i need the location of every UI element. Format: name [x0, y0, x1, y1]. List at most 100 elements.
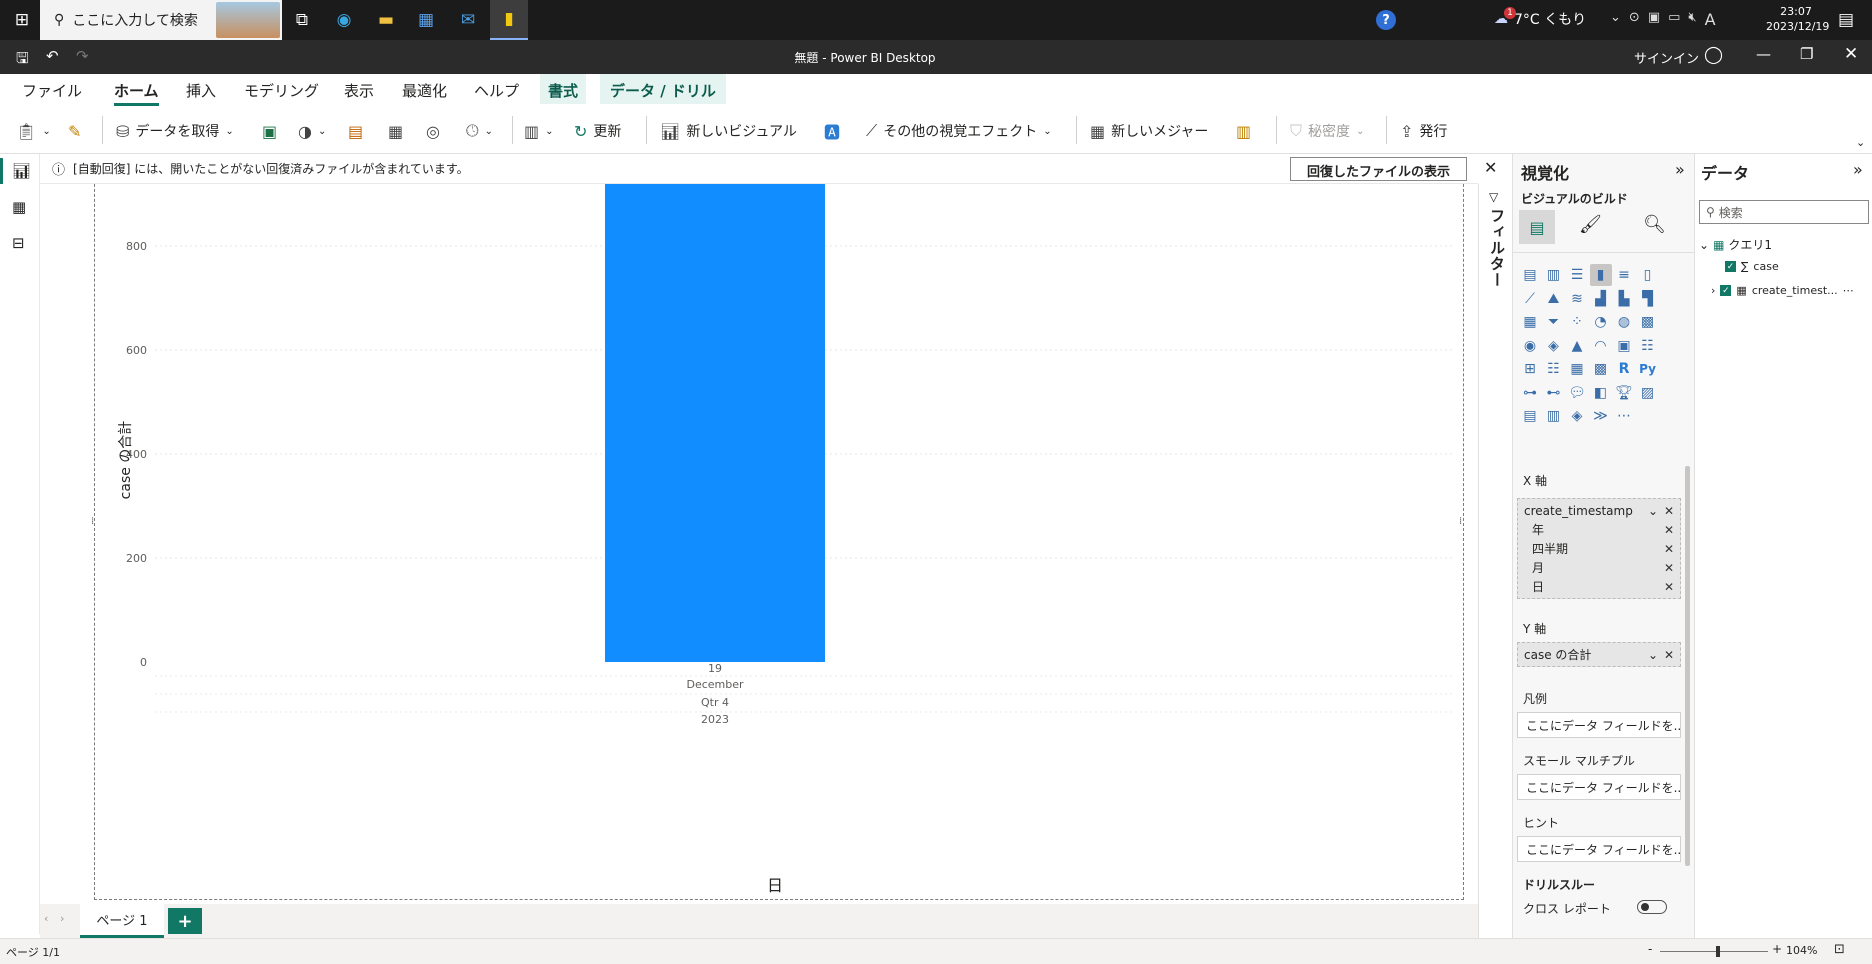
field-create-timestamp[interactable]: › ✓ ▦ create_timest... ⋯ — [1711, 284, 1854, 297]
enter-data-button[interactable]: ▦ — [388, 118, 403, 144]
checkbox-checked[interactable]: ✓ — [1720, 285, 1732, 296]
key-influencers-icon[interactable]: ⊶ — [1519, 382, 1541, 404]
microsoft-store-icon[interactable]: ▦ — [412, 6, 440, 34]
sql-button[interactable]: ▤ — [348, 118, 363, 144]
ribbon-icon[interactable]: ▜ — [1637, 288, 1659, 310]
collapse-data-icon[interactable]: » — [1853, 160, 1863, 179]
narrative-icon[interactable]: ◧ — [1590, 382, 1612, 404]
line-clustered-icon[interactable]: ▙ — [1613, 288, 1635, 310]
chevron-down-icon[interactable]: ⌄ — [1699, 238, 1709, 252]
resize-handle-left[interactable]: ⁞ — [91, 516, 94, 527]
pie-icon[interactable]: ◔ — [1590, 311, 1612, 333]
model-view-icon[interactable]: ⊟ — [12, 234, 25, 252]
more-visuals-icon[interactable]: ⋯ — [1613, 405, 1635, 427]
filters-pane-collapsed[interactable]: ▽ フィルター — [1478, 184, 1514, 938]
remove-field-icon[interactable]: ✕ — [1664, 504, 1674, 518]
table-icon[interactable]: ▦ — [1566, 358, 1588, 380]
report-view-icon[interactable]: 📊︎ — [12, 162, 31, 180]
edge-browser-icon[interactable]: ◉ — [330, 6, 358, 34]
scroll-left-icon[interactable]: ‹ — [44, 912, 48, 925]
new-measure-button[interactable]: ▦ 新しいメジャー — [1090, 118, 1208, 144]
onelake-button[interactable]: ◑ ⌄ — [298, 118, 326, 144]
stacked-column-icon[interactable]: ▥ — [1543, 264, 1565, 286]
gauge-icon[interactable]: ◠ — [1590, 335, 1612, 357]
clock[interactable]: 23:07 2023/12/19 — [1766, 4, 1829, 34]
signin-link[interactable]: サインイン — [1634, 48, 1699, 67]
notification-center-icon[interactable]: ▤ — [1832, 6, 1860, 34]
analytics-icon[interactable]: 🔍︎ — [1643, 214, 1666, 235]
zoom-slider[interactable] — [1660, 946, 1768, 957]
shape-icon[interactable]: ◈ — [1566, 405, 1588, 427]
slicer-icon[interactable]: ☷ — [1543, 358, 1565, 380]
y-field-case-sum[interactable]: case の合計 ⌄ ✕ — [1520, 645, 1678, 664]
qa-icon[interactable]: 💬︎ — [1566, 382, 1588, 404]
filled-map-icon[interactable]: ◈ — [1543, 335, 1565, 357]
matrix-icon[interactable]: ▩ — [1590, 358, 1612, 380]
help-icon[interactable]: ? — [1372, 6, 1400, 34]
data-search-input[interactable]: ⚲ 検索 — [1699, 200, 1869, 224]
table-node-query1[interactable]: ⌄ ▦ クエリ1 — [1699, 236, 1772, 253]
file-explorer-icon[interactable]: ▬ — [372, 6, 400, 34]
pane-scrollbar[interactable] — [1685, 466, 1690, 866]
page-tab-1[interactable]: ページ 1 — [80, 904, 164, 938]
refresh-button[interactable]: ↻ 更新 — [574, 118, 621, 144]
camera-icon[interactable]: ⊙ — [1629, 10, 1640, 29]
show-recovered-files-button[interactable]: 回復したファイルの表示 — [1290, 157, 1468, 181]
line-icon[interactable]: ⟋ — [1519, 288, 1541, 310]
quick-measure-button[interactable]: ▥ — [1236, 118, 1251, 144]
tooltip-drop-zone[interactable]: ここにデータ フィールドを... — [1517, 836, 1681, 862]
fit-to-page-icon[interactable]: ⊡ — [1834, 942, 1845, 957]
paste-button[interactable]: 📋︎ ⌄ — [16, 118, 51, 144]
x-subfield-year[interactable]: 年 ✕ — [1520, 520, 1678, 539]
new-visual-button[interactable]: 📊︎ 新しいビジュアル — [660, 118, 797, 144]
arrow-icon[interactable]: ≫ — [1590, 405, 1612, 427]
build-visual-tab[interactable]: ▤ — [1519, 210, 1555, 244]
network-icon[interactable]: ▣ — [1648, 10, 1660, 29]
tab-view[interactable]: 表示 — [344, 80, 374, 101]
x-subfield-quarter[interactable]: 四半期 ✕ — [1520, 539, 1678, 558]
bar-chart-visual[interactable]: 0 200 400 600 800 19 December Qtr 4 2023 case の合… — [91, 154, 1464, 900]
100-column-icon[interactable]: ▯ — [1637, 264, 1659, 286]
chevron-down-icon[interactable]: ⌄ — [1648, 648, 1658, 662]
volume-muted-icon[interactable]: 🔇︎ — [1688, 10, 1696, 29]
resize-handle-right[interactable]: ⁞ — [1459, 516, 1462, 527]
table-view-icon[interactable]: ▦ — [12, 198, 26, 216]
close-window-icon[interactable]: ✕ — [1844, 44, 1858, 64]
paginated-icon[interactable]: ▨ — [1637, 382, 1659, 404]
clustered-bar-icon[interactable]: ☰ — [1566, 264, 1588, 286]
dataverse-button[interactable]: ◎ — [426, 118, 440, 144]
excel-button[interactable]: ▣ — [262, 118, 277, 144]
recent-sources-button[interactable]: 🕓︎ ⌄ — [466, 118, 493, 144]
metrics-icon[interactable]: 🏆︎ — [1613, 382, 1635, 404]
azure-map-icon[interactable]: ▲ — [1566, 335, 1588, 357]
format-visual-icon[interactable]: 🖌︎ — [1579, 214, 1602, 235]
remove-field-icon[interactable]: ✕ — [1664, 523, 1674, 537]
line-column-icon[interactable]: ▟ — [1590, 288, 1612, 310]
remove-field-icon[interactable]: ✕ — [1664, 561, 1674, 575]
ime-indicator[interactable]: A — [1705, 10, 1716, 29]
restore-icon[interactable]: ❐ — [1800, 45, 1813, 63]
checkbox-checked[interactable]: ✓ — [1725, 261, 1736, 272]
area-icon[interactable]: ⛰ — [1543, 288, 1565, 310]
scatter-icon[interactable]: ⁘ — [1566, 311, 1588, 333]
tab-optimize[interactable]: 最適化 — [402, 80, 447, 101]
small-multiples-drop-zone[interactable]: ここにデータ フィールドを... — [1517, 774, 1681, 800]
x-axis-well[interactable]: create_timestamp ⌄ ✕ 年 ✕ 四半期 ✕ 月 ✕ 日 ✕ — [1517, 498, 1681, 599]
minimize-icon[interactable]: — — [1756, 45, 1771, 63]
donut-icon[interactable]: ◍ — [1613, 311, 1635, 333]
mail-icon[interactable]: ✉ — [454, 6, 482, 34]
stacked-area-icon[interactable]: ≋ — [1566, 288, 1588, 310]
tab-help[interactable]: ヘルプ — [474, 80, 519, 101]
text-box-button[interactable]: 🅰︎ — [824, 118, 840, 144]
scroll-right-icon[interactable]: › — [60, 912, 64, 925]
display-icon[interactable]: ▭ — [1668, 10, 1680, 29]
collapse-ribbon-icon[interactable]: ⌄ — [1856, 136, 1865, 149]
x-field-create-timestamp[interactable]: create_timestamp ⌄ ✕ — [1520, 501, 1678, 520]
100-bar-icon[interactable]: ≡ — [1613, 264, 1635, 286]
account-icon[interactable]: ◯ — [1704, 45, 1723, 65]
weather-widget[interactable]: ☁ 1 7°C くもり — [1494, 7, 1586, 29]
stacked-bar-icon[interactable]: ▤ — [1519, 264, 1541, 286]
close-notification-icon[interactable]: ✕ — [1484, 158, 1497, 177]
tab-modeling[interactable]: モデリング — [244, 80, 319, 101]
add-page-button[interactable]: + — [168, 908, 202, 934]
